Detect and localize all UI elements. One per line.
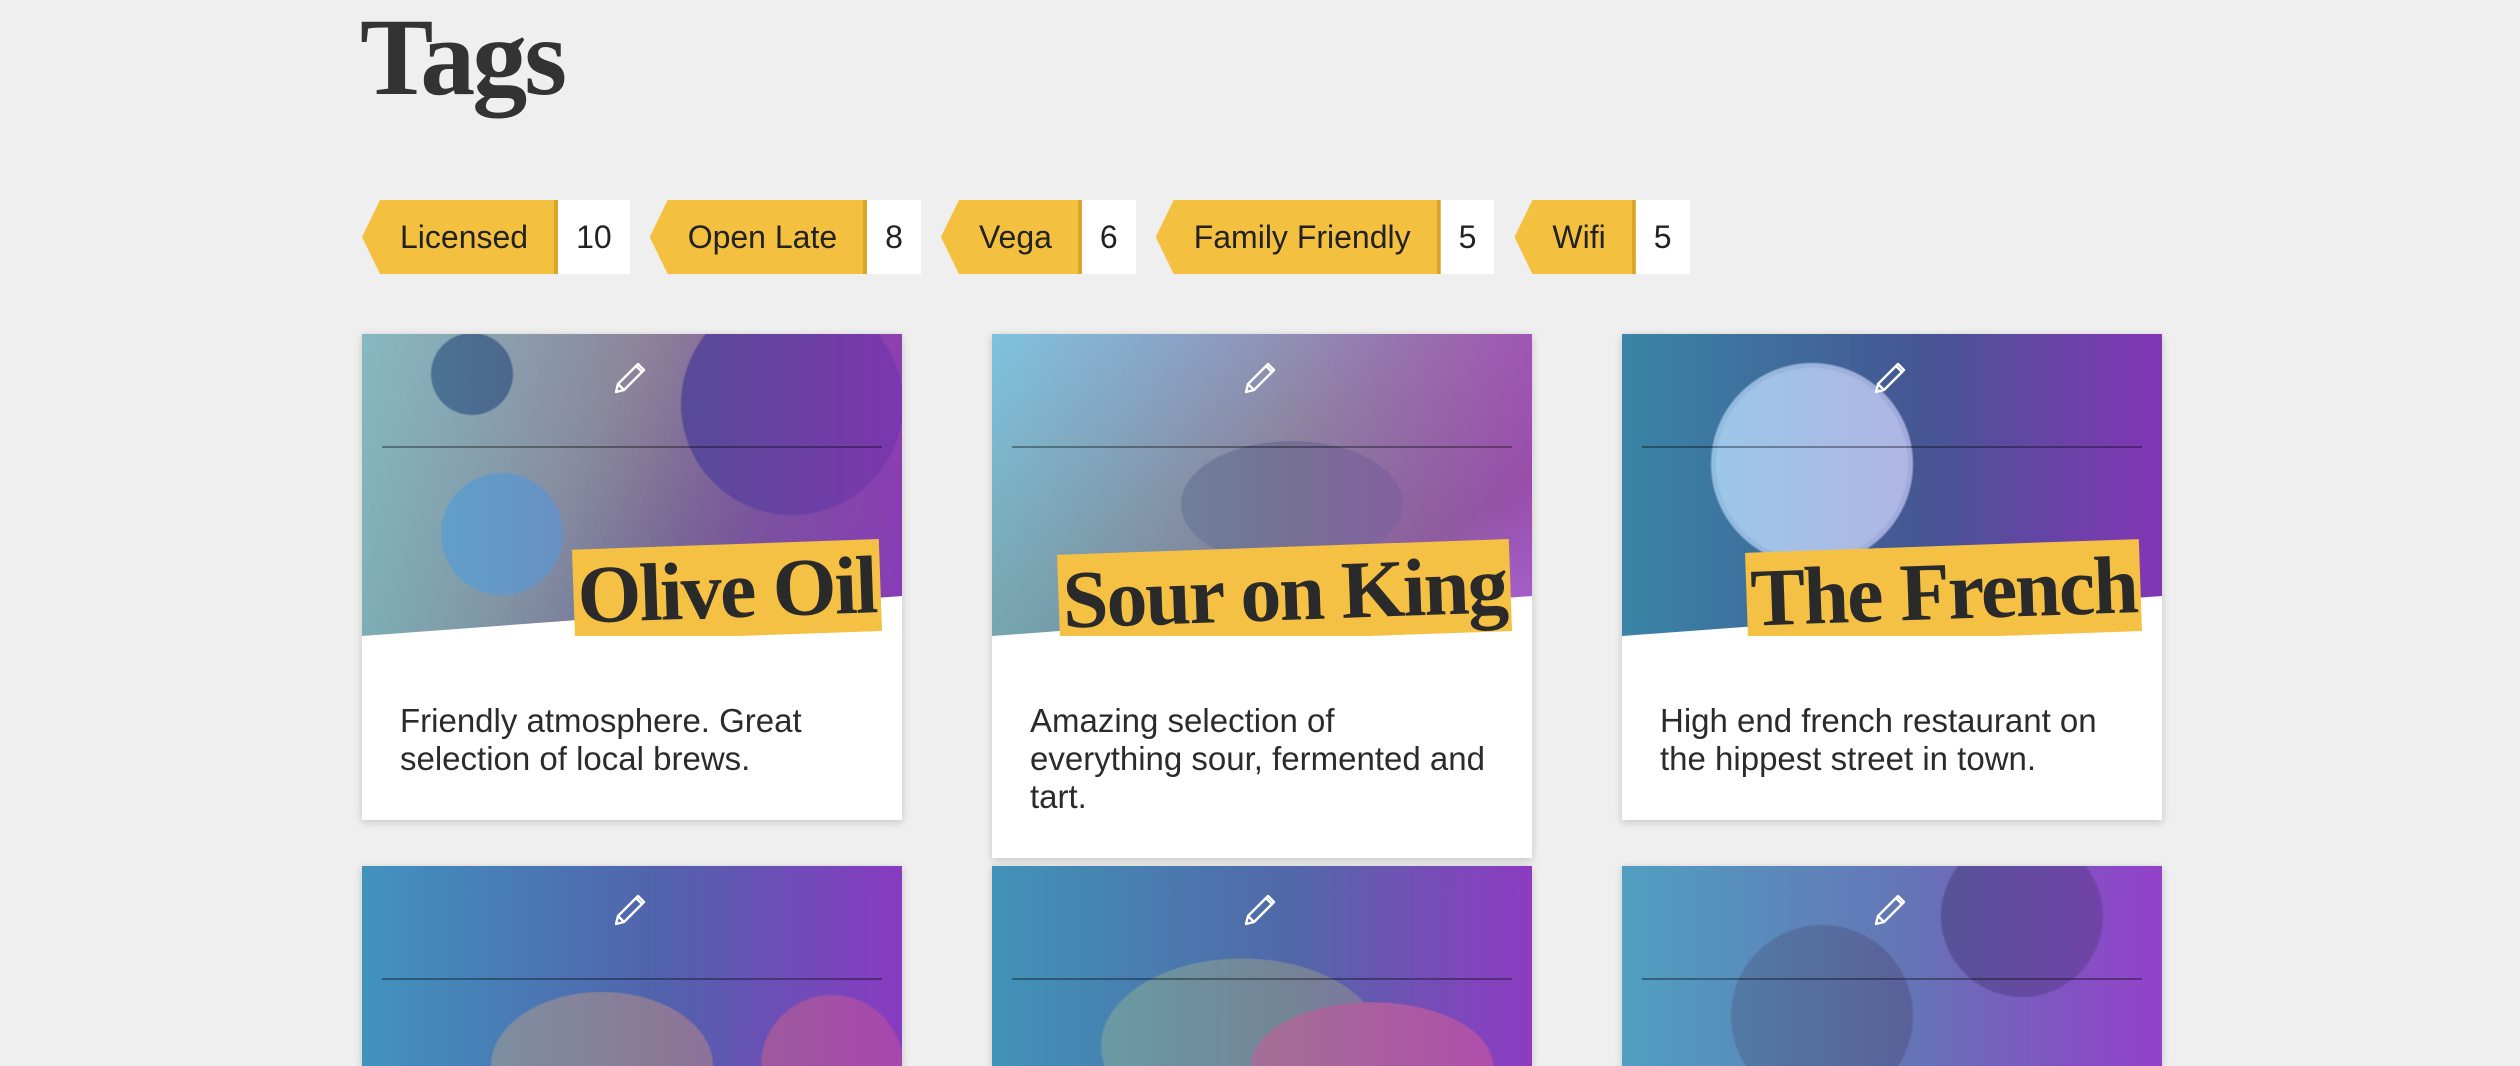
divider: [382, 978, 882, 980]
store-card[interactable]: [362, 866, 902, 1066]
divider: [1642, 978, 2142, 980]
store-title[interactable]: The French: [1744, 539, 2142, 636]
divider: [1012, 978, 1512, 980]
store-card-olive-oil[interactable]: Olive Oil Friendly atmosphere. Great sel…: [362, 334, 902, 820]
tag-open-late[interactable]: Open Late 8: [649, 200, 921, 274]
store-description: High end french restaurant on the hippes…: [1660, 702, 2097, 777]
tag-family-friendly[interactable]: Family Friendly 5: [1155, 200, 1495, 274]
tag-label[interactable]: Vega: [940, 200, 1082, 274]
store-image[interactable]: [992, 866, 1532, 1066]
divider: [1642, 446, 2142, 448]
pencil-icon[interactable]: [1238, 356, 1282, 400]
tag-list: Licensed 10 Open Late 8 Vega 6 Family Fr…: [362, 200, 1710, 274]
divider: [1012, 446, 1512, 448]
divider: [382, 446, 882, 448]
store-image[interactable]: Olive Oil: [362, 334, 902, 636]
store-title[interactable]: Olive Oil: [572, 539, 882, 636]
tag-count: 10: [558, 200, 630, 274]
tag-count: 5: [1635, 200, 1690, 274]
store-image[interactable]: [1622, 866, 2162, 1066]
pencil-icon[interactable]: [608, 356, 652, 400]
tag-label[interactable]: Licensed: [362, 200, 559, 274]
store-card[interactable]: [992, 866, 1532, 1066]
pencil-icon[interactable]: [608, 888, 652, 932]
pencil-icon[interactable]: [1868, 888, 1912, 932]
pencil-icon[interactable]: [1238, 888, 1282, 932]
store-card-sour-on-king[interactable]: Sour on King Amazing selection of everyt…: [992, 334, 1532, 858]
store-card-the-french[interactable]: The French High end french restaurant on…: [1622, 334, 2162, 820]
store-image[interactable]: [362, 866, 902, 1066]
store-card[interactable]: [1622, 866, 2162, 1066]
store-title[interactable]: Sour on King: [1057, 539, 1512, 636]
pencil-icon[interactable]: [1868, 356, 1912, 400]
tag-label[interactable]: Wifi: [1514, 200, 1636, 274]
tag-count: 8: [867, 200, 921, 274]
tag-label[interactable]: Family Friendly: [1155, 200, 1441, 274]
tag-count: 5: [1440, 200, 1495, 274]
store-description: Amazing selection of everything sour, fe…: [1030, 702, 1485, 815]
store-image[interactable]: Sour on King: [992, 334, 1532, 636]
tag-licensed[interactable]: Licensed 10: [362, 200, 630, 274]
page-title: Tags: [360, 0, 567, 118]
tag-label[interactable]: Open Late: [649, 200, 868, 274]
tag-count: 6: [1081, 200, 1136, 274]
store-image[interactable]: The French: [1622, 334, 2162, 636]
store-description: Friendly atmosphere. Great selection of …: [400, 702, 802, 777]
tag-vega[interactable]: Vega 6: [940, 200, 1136, 274]
tag-wifi[interactable]: Wifi 5: [1514, 200, 1690, 274]
